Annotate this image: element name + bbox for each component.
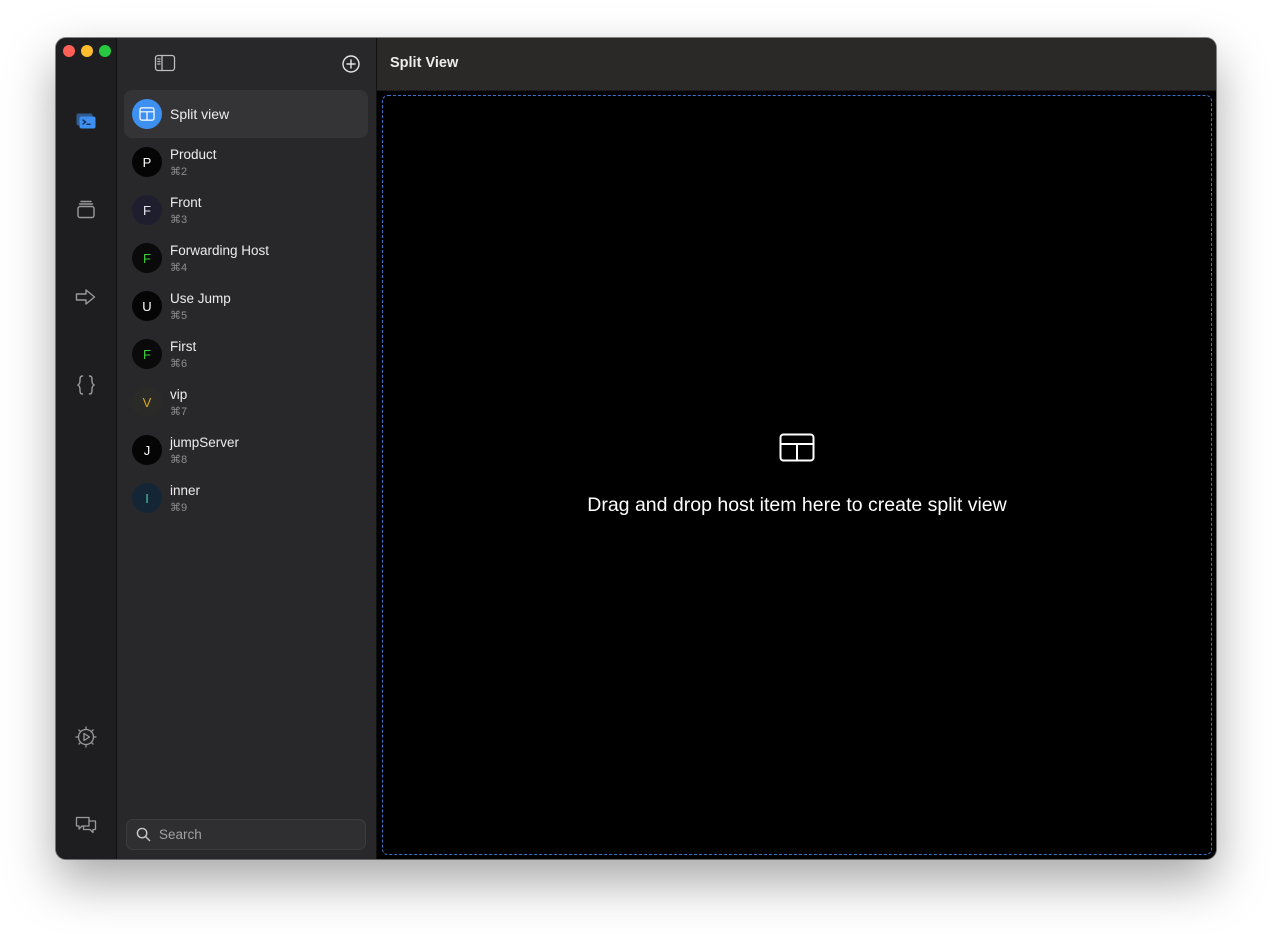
host-name: inner <box>170 482 201 498</box>
host-name: jumpServer <box>170 434 240 450</box>
zoom-window-button[interactable] <box>99 45 111 57</box>
icon-rail <box>56 38 117 859</box>
main-pane: Split View Drag and drop host item here … <box>377 38 1216 859</box>
host-avatar: J <box>132 435 162 465</box>
host-name: Front <box>170 194 202 210</box>
host-avatar: V <box>132 387 162 417</box>
window-controls <box>63 45 111 57</box>
host-text: Product ⌘2 <box>170 146 217 179</box>
host-item[interactable]: F Forwarding Host ⌘4 <box>124 234 368 282</box>
host-item[interactable]: Vvip ⌘7 <box>124 378 368 426</box>
host-text: Forwarding Host ⌘4 <box>170 242 269 275</box>
host-shortcut: ⌘4 <box>170 261 188 274</box>
forward-arrow-icon[interactable] <box>73 284 99 310</box>
host-text: Split view <box>170 106 229 123</box>
host-text: jumpServer ⌘8 <box>170 434 239 467</box>
split-view-drop-zone[interactable]: Drag and drop host item here to create s… <box>382 95 1212 855</box>
minimize-window-button[interactable] <box>81 45 93 57</box>
search-icon <box>136 827 151 842</box>
host-text: inner ⌘9 <box>170 482 200 515</box>
page-title: Split View <box>390 55 459 71</box>
host-avatar: U <box>132 291 162 321</box>
host-shortcut: ⌘2 <box>170 165 188 178</box>
host-shortcut: ⌘9 <box>170 501 188 514</box>
chat-icon[interactable] <box>73 812 99 838</box>
terminal-icon[interactable] <box>73 108 99 134</box>
host-item[interactable]: Split view <box>124 90 368 138</box>
host-shortcut: ⌘5 <box>170 309 188 322</box>
search-input[interactable] <box>157 826 351 843</box>
host-item[interactable]: F First ⌘6 <box>124 330 368 378</box>
host-item[interactable]: Iinner ⌘9 <box>124 474 368 522</box>
host-shortcut: ⌘6 <box>170 357 188 370</box>
host-avatar: P <box>132 147 162 177</box>
host-shortcut: ⌘7 <box>170 405 188 418</box>
host-text: vip ⌘7 <box>170 386 187 419</box>
host-item[interactable]: P Product ⌘2 <box>124 138 368 186</box>
host-text: First ⌘6 <box>170 338 196 371</box>
host-avatar: F <box>132 195 162 225</box>
app-window: Split view P Product ⌘2 F Front ⌘3 F Forwarding … <box>56 38 1216 859</box>
search-field[interactable] <box>126 819 366 850</box>
close-window-button[interactable] <box>63 45 75 57</box>
host-text: Use Jump ⌘5 <box>170 290 231 323</box>
sidebar-toggle-icon[interactable] <box>154 54 176 72</box>
host-name: Product <box>170 146 217 162</box>
title-bar: Split View <box>377 38 1216 91</box>
host-list: Split view P Product ⌘2 F Front ⌘3 F Forwarding … <box>124 90 368 522</box>
host-item[interactable]: JjumpServer ⌘8 <box>124 426 368 474</box>
host-text: Front ⌘3 <box>170 194 202 227</box>
host-name: vip <box>170 386 188 402</box>
host-avatar: F <box>132 339 162 369</box>
host-name: First <box>170 338 197 354</box>
host-name: Forwarding Host <box>170 242 270 258</box>
host-sidebar: Split view P Product ⌘2 F Front ⌘3 F Forwarding … <box>117 38 377 859</box>
stack-icon[interactable] <box>73 196 99 222</box>
settings-icon[interactable] <box>73 724 99 750</box>
split-layout-icon <box>779 433 815 462</box>
host-name: Use Jump <box>170 290 231 306</box>
host-item[interactable]: F Front ⌘3 <box>124 186 368 234</box>
braces-icon[interactable] <box>73 372 99 398</box>
split-view-icon <box>132 99 162 129</box>
host-avatar: I <box>132 483 162 513</box>
add-host-icon[interactable] <box>341 54 361 74</box>
host-shortcut: ⌘8 <box>170 453 188 466</box>
host-avatar: F <box>132 243 162 273</box>
host-item[interactable]: U Use Jump ⌘5 <box>124 282 368 330</box>
host-name: Split view <box>170 105 230 122</box>
host-shortcut: ⌘3 <box>170 213 188 226</box>
drop-zone-message: Drag and drop host item here to create s… <box>587 494 1007 516</box>
